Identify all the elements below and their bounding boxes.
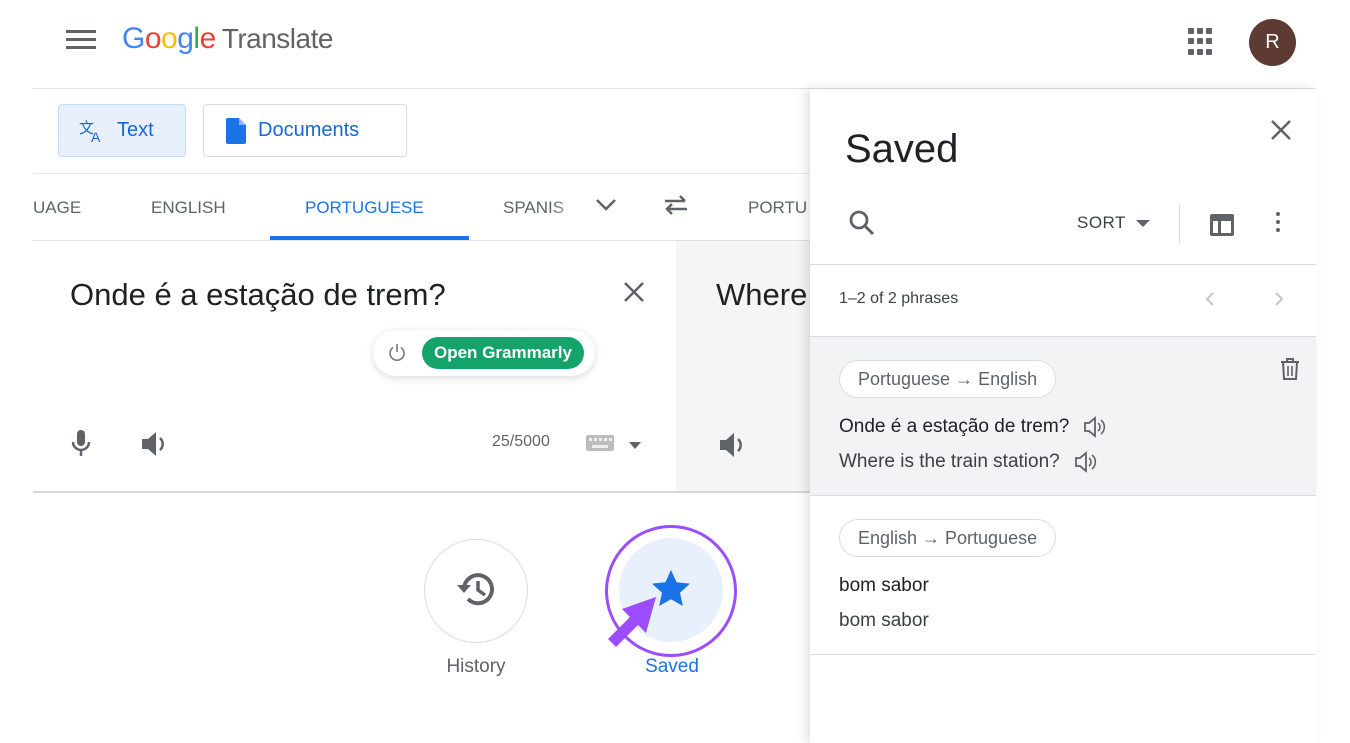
history-label[interactable]: History — [416, 656, 536, 678]
chevron-down-icon[interactable] — [629, 437, 641, 455]
panel-divider — [810, 264, 1316, 265]
language-pair-chip[interactable]: Portuguese → English — [839, 360, 1057, 398]
phrase-source-line: Onde é a estação de trem? — [839, 416, 1107, 438]
character-count: 25/5000 — [492, 433, 550, 450]
phrase-source: bom sabor — [839, 575, 929, 596]
chevron-left-icon[interactable] — [1205, 291, 1215, 312]
close-icon[interactable] — [1270, 119, 1292, 146]
phrase-translation-line: Where is the train station? — [839, 451, 1098, 473]
logo-letter: o — [161, 22, 178, 55]
apps-icon[interactable] — [1188, 28, 1216, 56]
panel-title: Saved — [845, 127, 959, 171]
phrase-translation-line: bom sabor — [839, 610, 929, 632]
speaker-icon[interactable] — [140, 430, 170, 463]
history-button[interactable] — [424, 539, 528, 643]
saved-panel: Saved SORT 1–2 of 2 phrases Portuguese →… — [810, 89, 1316, 743]
language-pair-chip[interactable]: English → Portuguese — [839, 519, 1057, 557]
keyboard-icon[interactable] — [586, 435, 614, 456]
trash-icon[interactable] — [1280, 358, 1300, 385]
svg-text:A: A — [91, 129, 101, 143]
saved-phrase-item[interactable]: Portuguese → English Onde é a estação de… — [810, 337, 1316, 495]
chevron-down-icon[interactable] — [595, 198, 617, 217]
cursor-arrow-icon — [604, 595, 660, 656]
google-translate-logo[interactable]: Google Translate — [122, 22, 333, 56]
menu-icon[interactable] — [66, 30, 96, 52]
close-icon[interactable] — [623, 281, 645, 308]
search-icon[interactable] — [848, 209, 876, 242]
sort-label: SORT — [1077, 213, 1126, 232]
logo-letter: e — [199, 22, 217, 55]
open-grammarly-button[interactable]: Open Grammarly — [422, 337, 584, 369]
product-name: Translate — [221, 23, 334, 54]
documents-mode-button[interactable]: Documents — [203, 104, 407, 157]
documents-mode-label: Documents — [258, 119, 360, 141]
phrase-count: 1–2 of 2 phrases — [839, 290, 959, 307]
panel-divider — [810, 654, 1316, 655]
speaker-icon[interactable] — [718, 431, 748, 464]
more-vert-icon[interactable] — [1276, 212, 1280, 236]
lang-tab-detect[interactable]: UAGE — [33, 174, 81, 240]
speaker-icon[interactable] — [1074, 451, 1098, 473]
table-icon[interactable] — [1210, 214, 1234, 241]
app-header: Google Translate R — [0, 0, 1350, 88]
lang-tab-portuguese[interactable]: PORTUGUESE — [305, 174, 424, 240]
speaker-icon[interactable] — [1083, 416, 1107, 438]
document-icon — [226, 117, 246, 144]
saved-label[interactable]: Saved — [612, 656, 732, 678]
toolbar-divider — [1179, 204, 1180, 244]
phrase-source-line: bom sabor — [839, 575, 929, 597]
logo-letter: g — [177, 22, 194, 55]
text-mode-button[interactable]: 文A Text — [58, 104, 186, 157]
power-icon[interactable] — [387, 343, 407, 368]
phrase-translation: Where is the train station? — [839, 451, 1060, 472]
active-tab-indicator — [270, 236, 469, 240]
target-lang-tab-portuguese[interactable]: PORTU — [748, 174, 807, 240]
sort-button[interactable]: SORT — [1077, 213, 1150, 233]
swap-icon[interactable] — [661, 192, 691, 223]
target-panel: Where — [676, 241, 816, 493]
grammarly-widget: Open Grammarly — [373, 330, 595, 376]
phrase-translation: bom sabor — [839, 610, 929, 631]
chevron-down-icon — [1135, 219, 1150, 227]
translate-icon: 文A — [79, 119, 105, 143]
source-panel: Onde é a estação de trem? Open Grammarly… — [33, 241, 676, 493]
avatar[interactable]: R — [1249, 19, 1296, 66]
translation-output: Where — [716, 277, 808, 312]
history-icon — [454, 569, 498, 614]
mode-bar: 文A Text Documents — [33, 89, 813, 173]
chevron-right-icon[interactable] — [1274, 291, 1284, 312]
tab-fade — [553, 174, 583, 240]
text-mode-label: Text — [117, 119, 154, 141]
language-bar: UAGE ENGLISH PORTUGUESE SPANIS PORTU — [33, 173, 813, 241]
logo-letter: G — [122, 22, 145, 55]
lang-tab-english[interactable]: ENGLISH — [151, 174, 226, 240]
saved-phrase-item[interactable]: English → Portuguese bom sabor bom sabor — [810, 496, 1316, 654]
phrase-source: Onde é a estação de trem? — [839, 416, 1070, 437]
source-text-input[interactable]: Onde é a estação de trem? — [70, 277, 446, 313]
microphone-icon[interactable] — [70, 429, 92, 464]
logo-letter: o — [144, 22, 162, 55]
